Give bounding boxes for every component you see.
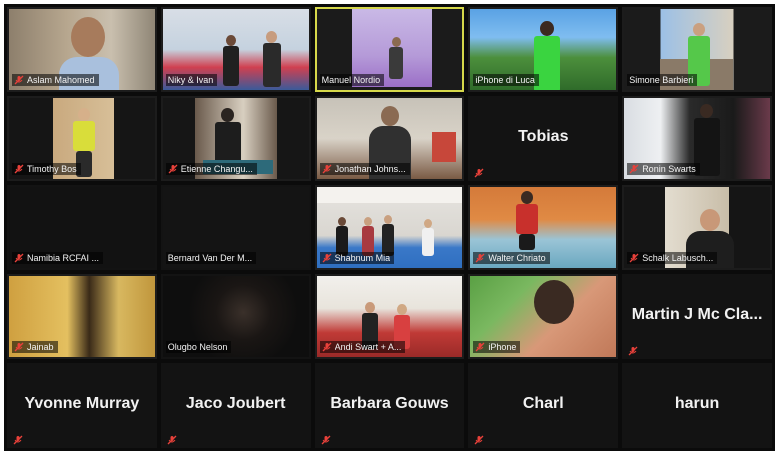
participant-name-label: Namibia RCFAI ... <box>12 252 104 264</box>
participant-name-center: harun <box>674 394 720 412</box>
participant-tile[interactable]: Etienne Changu... <box>160 96 311 181</box>
participant-name-label: Etienne Changu... <box>165 163 257 175</box>
participant-name-center: Jaco Joubert <box>185 394 286 412</box>
participant-name-label: iPhone <box>473 341 521 353</box>
participant-name: Jonathan Johns... <box>334 164 406 174</box>
participant-name-label: Timothy Bos <box>12 163 81 175</box>
muted-mic-icon <box>167 432 177 445</box>
muted-mic-icon <box>13 432 23 445</box>
muted-mic-icon <box>475 253 485 263</box>
participant-name-center: Barbara Gouws <box>330 394 449 412</box>
participant-name-center: Yvonne Murray <box>24 394 140 412</box>
participant-name-label: Schalk Labusch... <box>627 252 718 264</box>
participant-name: Ronin Swarts <box>642 164 696 174</box>
participant-name-label: Andi Swart + A... <box>319 341 406 353</box>
participant-name-label: Olugbo Nelson <box>165 341 232 353</box>
participant-tile-video-off[interactable]: Yvonne Murray <box>7 363 157 448</box>
participant-name-label: Niky & Ivan <box>165 74 218 86</box>
muted-mic-icon <box>474 432 484 445</box>
participant-name: Walter Chriato <box>488 253 546 263</box>
participant-name: Namibia RCFAI ... <box>27 253 100 263</box>
muted-mic-icon <box>14 164 24 174</box>
participant-tile[interactable]: Jonathan Johns... <box>314 96 465 181</box>
muted-mic-icon <box>14 342 24 352</box>
participant-name: Jainab <box>27 342 54 352</box>
participant-tile-active-speaker[interactable]: Manuel Nordio <box>314 7 465 92</box>
participant-tile-video-off[interactable]: Jaco Joubert <box>160 363 311 448</box>
muted-mic-icon <box>474 165 484 178</box>
participant-name: Niky & Ivan <box>167 75 214 85</box>
participant-tile[interactable]: Simone Barbieri <box>622 7 772 92</box>
participant-tile-video-off[interactable]: Martin J Mc Cla... <box>622 274 772 359</box>
participant-tile[interactable]: Shabnum Mia <box>314 185 465 270</box>
participant-name-center: Tobias <box>518 127 569 145</box>
participant-tile[interactable]: Ronin Swarts <box>622 96 772 181</box>
participant-tile[interactable]: Namibia RCFAI ... <box>7 185 157 270</box>
participant-name: Olugbo Nelson <box>167 342 228 352</box>
participant-name: Aslam Mahomed <box>27 75 95 85</box>
participant-name-label: Jonathan Johns... <box>319 163 410 175</box>
muted-mic-icon <box>321 432 331 445</box>
participant-name-label: Aslam Mahomed <box>12 74 99 86</box>
participant-tile-video-off[interactable]: harun <box>622 363 772 448</box>
participant-name-label: Manuel Nordio <box>319 74 385 86</box>
muted-mic-icon <box>168 164 178 174</box>
muted-mic-icon <box>628 343 638 356</box>
participant-tile[interactable]: Jainab <box>7 274 157 359</box>
participant-tile-video-off[interactable]: Barbara Gouws <box>314 363 465 448</box>
participant-name-label: Simone Barbieri <box>627 74 698 86</box>
participant-name: Schalk Labusch... <box>642 253 714 263</box>
participant-tile[interactable]: Aslam Mahomed <box>7 7 157 92</box>
participant-name: Timothy Bos <box>27 164 77 174</box>
muted-mic-icon <box>629 164 639 174</box>
participant-tile[interactable]: Walter Chriato <box>468 185 619 270</box>
participant-name: Shabnum Mia <box>334 253 391 263</box>
muted-mic-icon <box>14 75 24 85</box>
participant-name-label: Bernard Van Der M... <box>165 252 257 264</box>
participant-name-center: Charl <box>522 394 564 412</box>
participant-tile[interactable]: iPhone di Luca <box>468 7 619 92</box>
muted-mic-icon <box>475 342 485 352</box>
muted-mic-icon <box>322 253 332 263</box>
participant-tile[interactable]: Timothy Bos <box>7 96 157 181</box>
participant-tile[interactable]: iPhone <box>468 274 619 359</box>
participant-name: Bernard Van Der M... <box>167 253 253 263</box>
participant-name-label: Jainab <box>12 341 58 353</box>
muted-mic-icon <box>14 253 24 263</box>
participant-name: Simone Barbieri <box>629 75 694 85</box>
participant-name-label: Ronin Swarts <box>627 163 700 175</box>
participant-tile[interactable]: Schalk Labusch... <box>622 185 772 270</box>
participant-tile[interactable]: Andi Swart + A... <box>314 274 465 359</box>
participant-tile-video-off[interactable]: Charl <box>468 363 619 448</box>
participant-name-label: Walter Chriato <box>473 252 550 264</box>
participant-name-label: iPhone di Luca <box>473 74 539 86</box>
participant-name: Etienne Changu... <box>180 164 253 174</box>
participant-tile[interactable]: Olugbo Nelson <box>160 274 311 359</box>
participant-name: Manuel Nordio <box>321 75 381 85</box>
participant-name-center: Martin J Mc Cla... <box>631 305 763 323</box>
participant-tile[interactable]: Niky & Ivan <box>160 7 311 92</box>
muted-mic-icon <box>629 253 639 263</box>
muted-mic-icon <box>322 342 332 352</box>
participant-name: Andi Swart + A... <box>334 342 402 352</box>
gallery-grid: Aslam Mahomed Niky & Ivan Manuel Nordio … <box>4 4 775 451</box>
participant-name-label: Shabnum Mia <box>319 252 395 264</box>
participant-tile-video-off[interactable]: Tobias <box>468 96 619 181</box>
participant-tile[interactable]: Bernard Van Der M... <box>160 185 311 270</box>
muted-mic-icon <box>322 164 332 174</box>
participant-name: iPhone <box>488 342 517 352</box>
participant-name: iPhone di Luca <box>475 75 535 85</box>
